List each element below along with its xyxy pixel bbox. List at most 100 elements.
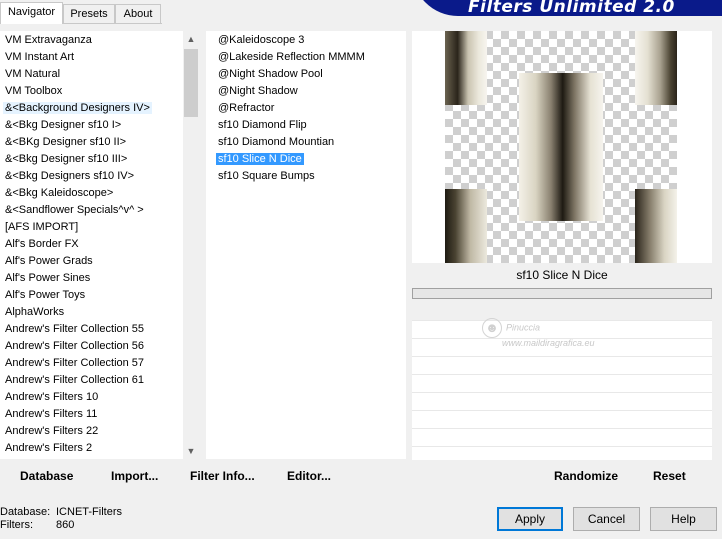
watermark-line2: www.maildiragrafica.eu <box>502 338 595 348</box>
category-item[interactable]: Alf's Power Toys <box>0 287 183 304</box>
category-item[interactable]: VM Instant Art <box>0 49 183 66</box>
category-item[interactable]: Andrew's Filter Collection 57 <box>0 355 183 372</box>
category-item-label: VM Instant Art <box>5 51 75 63</box>
category-item-label: &<Sandflower Specials^v^ > <box>5 204 144 216</box>
category-item-label: Andrew's Filter Collection 56 <box>5 340 145 352</box>
preview-block-bottom-right <box>635 189 677 263</box>
watermark: ☻ Pinuccia www.maildiragrafica.eu <box>482 318 595 349</box>
tab-presets[interactable]: Presets <box>63 4 115 23</box>
app-banner: Filters Unlimited 2.0 <box>412 0 722 16</box>
preview-block-bottom-left <box>445 189 487 263</box>
category-list-panel: VM Extravaganza VM Instant Art VM Natural V… <box>0 31 183 459</box>
category-item[interactable]: Andrew's Filters 2 <box>0 440 183 457</box>
editor-button[interactable]: Editor... <box>287 469 331 483</box>
category-item[interactable]: &<Bkg Designers sf10 IV> <box>0 168 183 185</box>
category-item-label: Andrew's Filters 22 <box>5 425 99 437</box>
category-item-label: &<BKg Designer sf10 II> <box>5 136 127 148</box>
category-item-label: AlphaWorks <box>5 306 65 318</box>
category-item[interactable]: Andrew's Filter Collection 61 <box>0 372 183 389</box>
category-item-label: Alf's Power Toys <box>5 289 86 301</box>
selected-filter-name: sf10 Slice N Dice <box>412 265 712 286</box>
watermark-line1: Pinuccia <box>506 322 541 333</box>
category-item[interactable]: &<Background Designers IV> <box>0 100 183 117</box>
divider <box>412 428 712 429</box>
cancel-button[interactable]: Cancel <box>573 507 640 531</box>
filter-list[interactable]: @Kaleidoscope 3 @Lakeside Reflection MMMM… <box>206 31 406 185</box>
category-item-label: &<Bkg Designer sf10 III> <box>5 153 128 165</box>
category-item[interactable]: Andrew's Filter Collection 55 <box>0 321 183 338</box>
filter-item-label: sf10 Square Bumps <box>218 170 315 182</box>
category-item[interactable]: Andrew's Filters 10 <box>0 389 183 406</box>
category-item-label: Andrew's Filters 10 <box>5 391 99 403</box>
randomize-button[interactable]: Randomize <box>554 469 618 483</box>
category-item[interactable]: Andrew's Filter Collection 56 <box>0 338 183 355</box>
category-item-label: Andrew's Filters 11 <box>5 408 98 420</box>
divider <box>412 392 712 393</box>
category-item[interactable]: Alf's Power Grads <box>0 253 183 270</box>
database-value: ICNET-Filters <box>56 506 122 518</box>
filter-item[interactable]: @Night Shadow Pool <box>213 66 406 83</box>
category-item[interactable]: &<Bkg Designer sf10 III> <box>0 151 183 168</box>
divider <box>412 374 712 375</box>
category-item[interactable]: VM Natural <box>0 66 183 83</box>
divider <box>412 446 712 447</box>
category-item[interactable]: &<Bkg Designer sf10 I> <box>0 117 183 134</box>
reset-button[interactable]: Reset <box>653 469 686 483</box>
category-item[interactable]: &<Sandflower Specials^v^ > <box>0 202 183 219</box>
category-item[interactable]: VM Toolbox <box>0 83 183 100</box>
category-item[interactable]: Andrew's Filters 11 <box>0 406 183 423</box>
filter-item-label: @Kaleidoscope 3 <box>218 34 305 46</box>
filter-info-button[interactable]: Filter Info... <box>190 469 255 483</box>
filter-item[interactable]: @Lakeside Reflection MMMM <box>213 49 406 66</box>
category-item[interactable]: &<BKg Designer sf10 II> <box>0 134 183 151</box>
divider <box>412 356 712 357</box>
scroll-up-icon[interactable]: ▲ <box>183 31 199 47</box>
category-item[interactable]: Alf's Border FX <box>0 236 183 253</box>
category-item-label: [AFS IMPORT] <box>5 221 79 233</box>
scrollbar-thumb[interactable] <box>184 49 198 117</box>
category-item-label: Alf's Power Grads <box>5 255 93 267</box>
filters-label: Filters: <box>0 519 33 531</box>
filter-item[interactable]: @Night Shadow <box>213 83 406 100</box>
filter-item-label: sf10 Diamond Flip <box>218 119 307 131</box>
filter-item[interactable]: @Refractor <box>213 100 406 117</box>
watermark-logo-icon: ☻ <box>482 318 502 338</box>
scroll-down-icon[interactable]: ▼ <box>183 443 199 459</box>
filter-item[interactable]: sf10 Diamond Mountian <box>213 134 406 151</box>
database-label: Database: <box>0 506 51 518</box>
category-item-label: &<Bkg Designer sf10 I> <box>5 119 122 131</box>
import-button[interactable]: Import... <box>111 469 158 483</box>
apply-button[interactable]: Apply <box>497 507 563 531</box>
preview-block-top-left <box>445 31 487 105</box>
filter-item[interactable]: @Kaleidoscope 3 <box>213 32 406 49</box>
category-item-label: Alf's Border FX <box>5 238 79 250</box>
filter-list-panel: @Kaleidoscope 3 @Lakeside Reflection MMMM… <box>206 31 406 459</box>
filter-item-label: @Lakeside Reflection MMMM <box>218 51 365 63</box>
help-button[interactable]: Help <box>650 507 717 531</box>
tab-navigator[interactable]: Navigator <box>0 2 63 24</box>
filter-item-label: @Night Shadow Pool <box>218 68 323 80</box>
category-scrollbar[interactable]: ▲ ▼ <box>183 31 199 459</box>
category-item[interactable]: &<Bkg Kaleidoscope> <box>0 185 183 202</box>
tab-about[interactable]: About <box>115 4 161 23</box>
category-item-label: Andrew's Filter Collection 55 <box>5 323 145 335</box>
database-button[interactable]: Database <box>20 469 73 483</box>
category-item-label: Andrew's Filter Collection 61 <box>5 374 145 386</box>
category-item[interactable]: VM Extravaganza <box>0 32 183 49</box>
filter-info-bar <box>412 288 712 299</box>
banner-title: Filters Unlimited 2.0 <box>468 0 675 16</box>
filter-item[interactable]: sf10 Diamond Flip <box>213 117 406 134</box>
category-item-label: Andrew's Filter Collection 57 <box>5 357 145 369</box>
category-item-label: &<Bkg Designers sf10 IV> <box>5 170 135 182</box>
category-list[interactable]: VM Extravaganza VM Instant Art VM Natural V… <box>0 31 183 457</box>
category-item[interactable]: Andrew's Filters 22 <box>0 423 183 440</box>
filter-item[interactable]: sf10 Slice N Dice <box>213 151 406 168</box>
divider <box>412 410 712 411</box>
filter-item[interactable]: sf10 Square Bumps <box>213 168 406 185</box>
category-item-label: VM Natural <box>5 68 61 80</box>
category-item[interactable]: [AFS IMPORT] <box>0 219 183 236</box>
filter-item-label: @Night Shadow <box>218 85 298 97</box>
category-item[interactable]: AlphaWorks <box>0 304 183 321</box>
category-item-label: Alf's Power Sines <box>5 272 91 284</box>
category-item[interactable]: Alf's Power Sines <box>0 270 183 287</box>
